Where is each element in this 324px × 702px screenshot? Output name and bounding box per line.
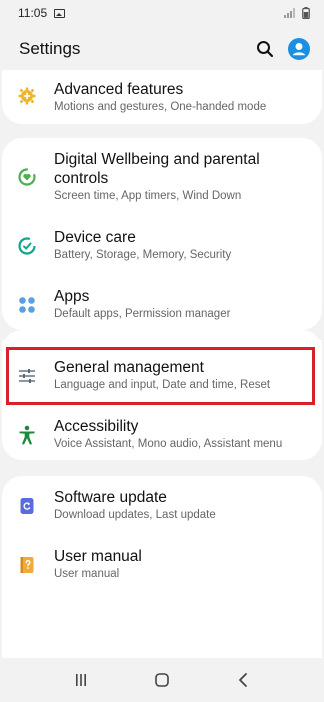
navigation-bar (0, 658, 324, 702)
apps-grid-icon (16, 294, 38, 316)
settings-item-device-care[interactable]: Device care Battery, Storage, Memory, Se… (2, 228, 322, 268)
status-time: 11:05 (18, 6, 48, 20)
status-bar: 11:05 (0, 0, 324, 26)
settings-card-advanced: Advanced features Motions and gestures, … (2, 70, 322, 124)
battery-icon (302, 7, 310, 19)
settings-item-digital-wellbeing[interactable]: Digital Wellbeing and parental controls … (2, 150, 322, 206)
gear-plus-icon (16, 85, 38, 107)
settings-item-software-update[interactable]: Software update Download updates, Last u… (2, 488, 322, 528)
settings-screen: 11:05 Settings Advanced features Motions… (0, 0, 324, 702)
page-title: Settings (19, 39, 81, 58)
item-subtitle: User manual (54, 568, 120, 580)
item-title: Software update (54, 489, 167, 506)
item-subtitle: Motions and gestures, One-handed mode (54, 101, 267, 113)
app-header: Settings (0, 26, 324, 72)
user-manual-icon (16, 554, 38, 576)
item-subtitle: Screen time, App timers, Wind Down (54, 190, 242, 202)
account-icon (288, 38, 310, 60)
item-title: Apps (54, 288, 90, 305)
back-button[interactable] (223, 665, 263, 695)
recent-apps-icon (75, 674, 86, 686)
recent-apps-button[interactable] (61, 665, 101, 695)
home-button[interactable] (142, 665, 182, 695)
image-notification-icon (54, 8, 66, 18)
item-title: Device care (54, 229, 136, 246)
device-care-icon (16, 235, 38, 257)
settings-card-updates: Software update Download updates, Last u… (2, 476, 322, 658)
item-title: Accessibility (54, 418, 139, 435)
item-title: Digital Wellbeing and parental controls (54, 151, 260, 187)
wellbeing-icon (16, 166, 38, 188)
item-subtitle: Download updates, Last update (54, 509, 216, 521)
signal-icon (284, 8, 296, 18)
item-title: User manual (54, 548, 142, 565)
search-icon (257, 41, 274, 58)
back-icon (239, 673, 248, 687)
item-subtitle: Default apps, Permission manager (54, 308, 231, 320)
home-icon (155, 673, 169, 687)
software-update-icon (16, 495, 38, 517)
settings-item-advanced-features[interactable]: Advanced features Motions and gestures, … (2, 80, 322, 120)
settings-card-wellbeing: Digital Wellbeing and parental controls … (2, 138, 322, 330)
item-subtitle: Voice Assistant, Mono audio, Assistant m… (54, 438, 283, 450)
search-button[interactable] (256, 40, 274, 58)
accessibility-icon (16, 424, 38, 446)
item-title: Advanced features (54, 81, 184, 98)
settings-item-accessibility[interactable]: Accessibility Voice Assistant, Mono audi… (2, 417, 322, 457)
highlight-box (6, 347, 315, 405)
settings-item-user-manual[interactable]: User manual User manual (2, 547, 322, 587)
account-button[interactable] (288, 38, 310, 60)
settings-item-apps[interactable]: Apps Default apps, Permission manager (2, 287, 322, 327)
item-subtitle: Battery, Storage, Memory, Security (54, 249, 232, 261)
